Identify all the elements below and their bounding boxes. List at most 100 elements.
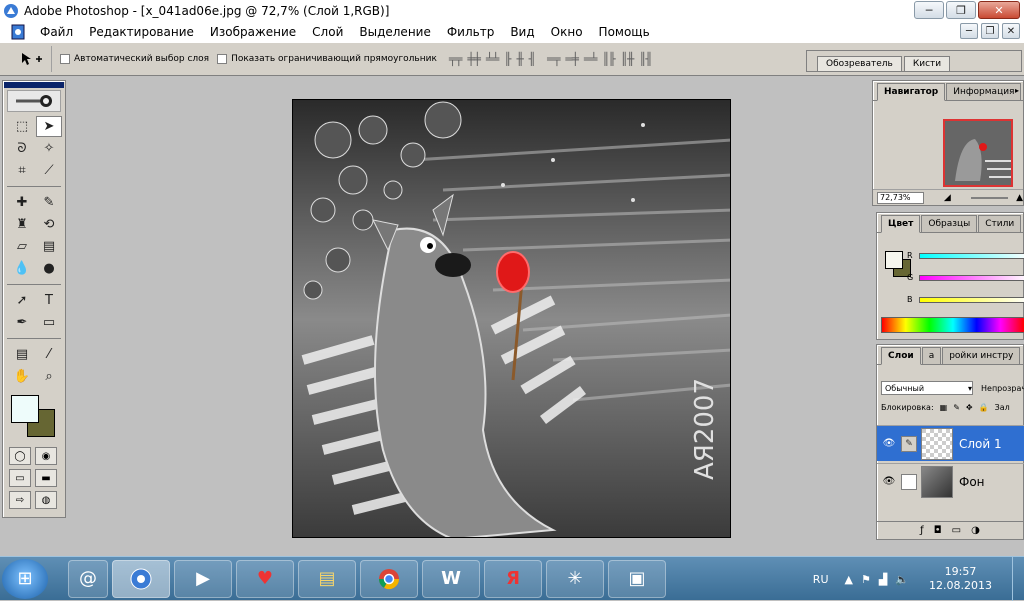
green-slider[interactable] xyxy=(919,274,1024,281)
crop-tool-icon[interactable]: ⌗ xyxy=(9,160,35,181)
lock-transparency-icon[interactable]: ▦ xyxy=(940,403,948,412)
visibility-eye-icon[interactable]: 👁 xyxy=(877,438,901,449)
eyedropper-tool-icon[interactable]: ⁄ xyxy=(36,344,62,365)
distribute-top-icon[interactable]: ═╤ xyxy=(547,52,560,66)
slice-tool-icon[interactable]: ⟋ xyxy=(36,160,62,181)
media-player-icon[interactable]: ▶ xyxy=(174,559,232,598)
zoom-field[interactable]: 72,73% xyxy=(877,191,924,204)
spider-app-icon[interactable]: ✳ xyxy=(546,559,604,598)
pen-tool-icon[interactable]: ✒ xyxy=(9,312,35,333)
language-indicator[interactable]: RU xyxy=(813,573,829,586)
lock-image-icon[interactable]: ✎ xyxy=(953,403,960,412)
magic-wand-tool-icon[interactable]: ✧ xyxy=(36,138,62,159)
blue-slider[interactable] xyxy=(919,296,1024,303)
menu-filter[interactable]: Фильтр xyxy=(439,25,502,39)
tab-file-browser[interactable]: Обозреватель xyxy=(817,56,902,71)
tab-info[interactable]: Информация xyxy=(946,83,1022,100)
distribute-vcenter-icon[interactable]: ═╪ xyxy=(565,52,578,66)
tab-swatches[interactable]: Образцы xyxy=(921,215,978,232)
tab-tool-presets[interactable]: ройки инстру xyxy=(942,347,1021,364)
standard-screen-mode-button[interactable]: ▭ xyxy=(9,469,31,487)
dodge-tool-icon[interactable]: ● xyxy=(36,258,62,279)
menu-window[interactable]: Окно xyxy=(543,25,591,39)
menu-select[interactable]: Выделение xyxy=(351,25,438,39)
marquee-tool-icon[interactable]: ⬚ xyxy=(9,116,35,137)
align-bottom-icon[interactable]: ╧╧ xyxy=(486,52,499,66)
zoom-out-icon[interactable]: ◢ xyxy=(944,193,951,203)
picture-viewer-icon[interactable]: ▣ xyxy=(608,559,666,598)
navigator-preview[interactable] xyxy=(943,119,1013,187)
show-bbox-box[interactable] xyxy=(217,54,228,64)
menu-file[interactable]: Файл xyxy=(32,25,81,39)
clone-stamp-tool-icon[interactable]: ♜ xyxy=(9,214,35,235)
tab-navigator[interactable]: Навигатор xyxy=(877,83,946,101)
layer-style-icon[interactable]: ƒ xyxy=(920,525,924,536)
align-left-icon[interactable]: ╟ xyxy=(504,52,511,66)
close-button[interactable]: ✕ xyxy=(978,1,1020,19)
show-desktop-button[interactable] xyxy=(1012,557,1024,601)
menu-edit[interactable]: Редактирование xyxy=(81,25,202,39)
blur-tool-icon[interactable]: 💧 xyxy=(9,258,35,279)
minimize-button[interactable]: ─ xyxy=(914,1,944,19)
distribute-hcenter-icon[interactable]: ║╫ xyxy=(621,52,634,66)
align-top-icon[interactable]: ╤╤ xyxy=(449,52,462,66)
chrome-icon[interactable] xyxy=(360,559,418,598)
mask-icon[interactable]: ◘ xyxy=(934,525,942,536)
adobe-online-icon[interactable] xyxy=(7,90,61,112)
toolbox-titlebar[interactable] xyxy=(4,82,64,88)
rectangle-tool-icon[interactable]: ▭ xyxy=(36,312,62,333)
tab-brushes[interactable]: Кисти xyxy=(903,56,951,71)
doc-minimize-button[interactable]: ─ xyxy=(960,23,978,39)
auto-select-checkbox[interactable]: Автоматический выбор слоя xyxy=(60,54,209,64)
lasso-tool-icon[interactable]: ᘐ xyxy=(9,138,35,159)
zoom-in-icon[interactable]: ▲ xyxy=(1016,193,1023,203)
move-tool-preset-icon[interactable] xyxy=(12,46,52,72)
align-right-icon[interactable]: ╢ xyxy=(529,52,536,66)
tab-styles[interactable]: Стили xyxy=(978,215,1022,232)
volume-icon[interactable]: 🔈 xyxy=(895,573,909,586)
clock[interactable]: 19:57 12.08.2013 xyxy=(929,565,992,593)
new-set-icon[interactable]: ▭ xyxy=(952,525,961,536)
color-fg-swatch[interactable] xyxy=(885,251,903,269)
link-slot-icon[interactable] xyxy=(901,473,917,490)
healing-brush-tool-icon[interactable]: ✚ xyxy=(9,192,35,213)
menu-layer[interactable]: Слой xyxy=(304,25,351,39)
hand-tool-icon[interactable]: ✋ xyxy=(9,366,35,387)
full-screen-menu-mode-button[interactable]: ▬ xyxy=(35,469,57,487)
photoshop-task[interactable] xyxy=(112,559,170,598)
show-hidden-icons[interactable]: ▲ xyxy=(845,573,853,586)
panel-menu-icon[interactable]: ▸ xyxy=(1015,86,1019,95)
network-icon[interactable]: ▟ xyxy=(879,573,887,586)
menu-image[interactable]: Изображение xyxy=(202,25,304,39)
standard-mode-button[interactable]: ◯ xyxy=(9,447,31,465)
adjustment-layer-icon[interactable]: ◑ xyxy=(971,525,980,536)
distribute-left-icon[interactable]: ║╟ xyxy=(602,52,615,66)
yandex-browser-icon[interactable]: Я xyxy=(484,559,542,598)
align-hcenter-icon[interactable]: ╫ xyxy=(517,52,524,66)
show-bbox-checkbox[interactable]: Показать ограничивающий прямоугольник xyxy=(217,54,437,64)
move-tool-icon[interactable]: ➤ xyxy=(36,116,62,137)
align-vcenter-icon[interactable]: ╪╪ xyxy=(467,52,480,66)
tab-layers[interactable]: Слои xyxy=(881,347,921,365)
history-brush-tool-icon[interactable]: ⟲ xyxy=(36,214,62,235)
mail-agent-icon[interactable]: @ xyxy=(68,559,108,598)
word-icon[interactable]: W xyxy=(422,559,480,598)
visibility-eye-icon[interactable]: 👁 xyxy=(877,476,901,487)
eraser-tool-icon[interactable]: ▱ xyxy=(9,236,35,257)
lock-position-icon[interactable]: ✥ xyxy=(966,403,973,412)
doc-restore-button[interactable]: ❐ xyxy=(981,23,999,39)
explorer-folder-icon[interactable]: ▤ xyxy=(298,559,356,598)
gradient-tool-icon[interactable]: ▤ xyxy=(36,236,62,257)
lock-all-icon[interactable]: 🔒 xyxy=(979,403,989,412)
blend-mode-select[interactable]: Обычный ▾ xyxy=(881,381,973,395)
layer-row-1[interactable]: 👁 ✎ Слой 1 xyxy=(877,425,1024,461)
foreground-color-swatch[interactable] xyxy=(11,395,39,423)
jump-to-imageready-button[interactable]: ⇨ xyxy=(9,491,31,509)
notes-tool-icon[interactable]: ▤ xyxy=(9,344,35,365)
red-slider[interactable] xyxy=(919,252,1024,259)
imageready-icon[interactable]: ◍ xyxy=(35,491,57,509)
action-center-flag-icon[interactable]: ⚑ xyxy=(861,573,871,586)
distribute-bottom-icon[interactable]: ═╧ xyxy=(584,52,597,66)
tab-color[interactable]: Цвет xyxy=(881,215,921,233)
doc-close-button[interactable]: ✕ xyxy=(1002,23,1020,39)
